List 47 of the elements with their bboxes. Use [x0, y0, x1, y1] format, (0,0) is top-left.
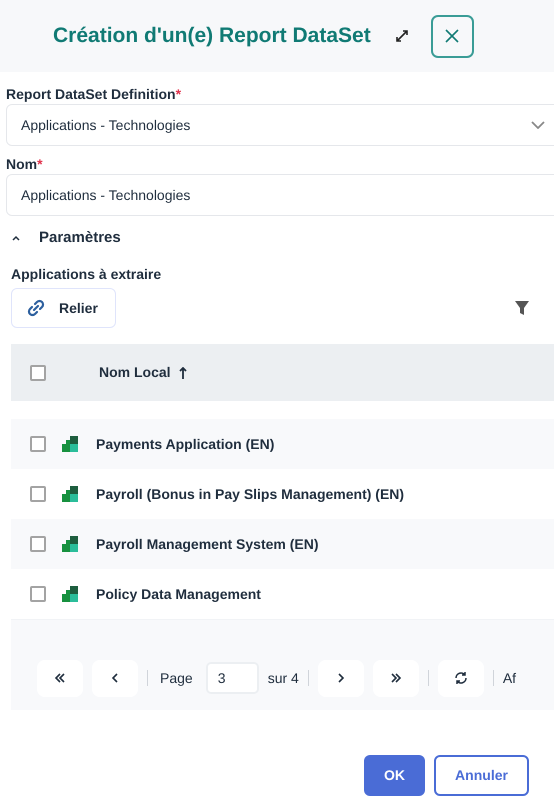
first-page-button[interactable]: [37, 660, 83, 696]
link-button[interactable]: Relier: [11, 288, 116, 328]
field-label: Nom: [6, 155, 38, 174]
chevron-down-icon[interactable]: [531, 121, 545, 129]
ok-button[interactable]: OK: [364, 755, 425, 796]
refresh-icon: [454, 671, 468, 685]
refresh-button[interactable]: [438, 660, 484, 696]
checkbox[interactable]: [30, 364, 46, 380]
column-header[interactable]: Nom Local: [99, 362, 187, 383]
page-total: sur 4: [268, 668, 299, 688]
field-label: Report DataSet Definition: [6, 85, 176, 104]
select-field[interactable]: Applications - Technologies: [6, 104, 554, 146]
link-icon: [25, 297, 47, 319]
checkbox[interactable]: [30, 586, 46, 602]
table-cell-text: Payroll (Bonus in Pay Slips Management) (EN): [96, 484, 404, 504]
input-field[interactable]: Applications - Technologies: [6, 174, 554, 216]
dialog-title: Création d'un(e) Report DataSet: [53, 23, 371, 50]
last-page-button[interactable]: [372, 660, 419, 696]
sort-up-icon: [178, 366, 187, 378]
close-button[interactable]: [430, 14, 474, 58]
puzzle-icon: [61, 435, 79, 453]
puzzle-icon: [61, 585, 79, 603]
required-mark: *: [176, 85, 182, 104]
pagination-text: Af: [502, 668, 516, 688]
page-input[interactable]: 3: [206, 662, 259, 694]
expand-icon[interactable]: [394, 29, 409, 43]
puzzle-icon: [61, 485, 79, 503]
required-mark: *: [37, 155, 43, 174]
chevron-right-icon: [336, 673, 345, 683]
checkbox[interactable]: [30, 486, 46, 502]
cancel-button[interactable]: Annuler: [434, 755, 529, 796]
table-row[interactable]: Payments Application (EN): [11, 419, 554, 469]
table-row[interactable]: Payroll Management System (EN): [11, 519, 554, 569]
table-cell-text: Payments Application (EN): [96, 434, 274, 454]
page-label: Page: [160, 668, 193, 688]
filter-icon[interactable]: [514, 300, 530, 316]
double-chevron-left-icon: [54, 673, 66, 683]
puzzle-icon: [61, 535, 79, 553]
table-cell-text: Policy Data Management: [96, 584, 261, 604]
chevron-left-icon: [111, 673, 119, 683]
checkbox[interactable]: [30, 536, 46, 552]
table-cell-text: Payroll Management System (EN): [96, 534, 319, 554]
close-icon: [445, 29, 460, 43]
section-toggle[interactable]: Paramètres: [6, 226, 554, 250]
subsection-label: Applications à extraire: [11, 265, 162, 284]
double-chevron-right-icon: [390, 673, 402, 683]
checkbox[interactable]: [30, 436, 46, 452]
